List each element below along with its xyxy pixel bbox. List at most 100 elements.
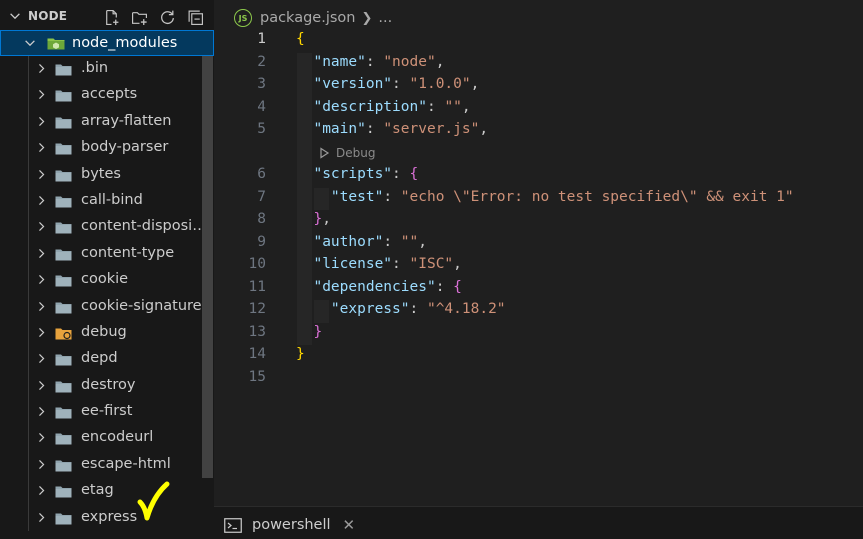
line-number: 10 bbox=[248, 256, 266, 272]
code-line[interactable]: 11 "dependencies": { bbox=[214, 277, 863, 300]
sidebar-scrollbar[interactable] bbox=[202, 56, 213, 478]
line-number: 14 bbox=[248, 346, 266, 362]
tree-item[interactable]: bytes bbox=[0, 161, 200, 188]
tree-item[interactable]: ee-first bbox=[0, 399, 200, 426]
indent-guide bbox=[28, 372, 29, 400]
line-number: 12 bbox=[248, 301, 266, 317]
close-icon[interactable]: ✕ bbox=[343, 516, 356, 534]
code-line[interactable]: 5 "main": "server.js", bbox=[214, 120, 863, 143]
indent-guide bbox=[28, 504, 29, 532]
json-key: "version" bbox=[313, 76, 393, 92]
tree-item[interactable]: cookie-signature bbox=[0, 293, 202, 320]
line-number: 9 bbox=[257, 233, 266, 250]
chevron-right-icon bbox=[39, 169, 45, 179]
debug-codelens[interactable]: Debug bbox=[318, 146, 375, 160]
refresh-button[interactable] bbox=[157, 7, 177, 27]
tree-item[interactable]: cookie bbox=[0, 267, 200, 294]
code-line[interactable]: 14} bbox=[214, 345, 863, 368]
tree-item[interactable]: array-flatten bbox=[0, 108, 200, 136]
tree-item-label: array-flatten bbox=[81, 112, 172, 129]
json-key: "author" bbox=[313, 233, 384, 250]
explorer-header[interactable]: NODE bbox=[0, 4, 214, 30]
breadcrumb-file[interactable]: package.json bbox=[260, 10, 355, 26]
code-text: "scripts": { bbox=[313, 166, 419, 182]
line-number: 1 bbox=[257, 31, 266, 47]
tree-children: .bin accepts array-flatten body-parser bytes… bbox=[0, 56, 214, 532]
tree-item-label: destroy bbox=[81, 376, 136, 393]
code-line[interactable]: 3 "version": "1.0.0", bbox=[214, 75, 863, 98]
chevron-right-icon bbox=[39, 143, 45, 153]
json-value: "" bbox=[444, 98, 462, 115]
tree-item-label: debug bbox=[81, 323, 127, 340]
tree-item[interactable]: accepts bbox=[0, 82, 200, 109]
tree-item[interactable]: destroy bbox=[0, 372, 200, 400]
breadcrumb: JS package.json ❯ ... bbox=[234, 7, 392, 29]
chevron-right-icon bbox=[39, 301, 45, 311]
code-text: "author": "", bbox=[313, 233, 427, 250]
folder-icon bbox=[55, 90, 72, 102]
code-line[interactable]: 13 } bbox=[214, 322, 863, 345]
new-folder-icon bbox=[131, 11, 147, 25]
line-number: 5 bbox=[257, 121, 266, 137]
indent-guide bbox=[28, 135, 29, 162]
line-number: 11 bbox=[248, 278, 266, 295]
chevron-right-icon bbox=[39, 512, 45, 522]
indent-guide bbox=[28, 214, 29, 241]
tree-item[interactable]: escape-html bbox=[0, 451, 200, 479]
code-line[interactable]: 15 bbox=[214, 368, 863, 391]
json-key: "description" bbox=[313, 98, 427, 115]
terminal-tab[interactable]: powershell ✕ bbox=[224, 514, 355, 536]
code-line[interactable]: 2 "name": "node", bbox=[214, 52, 863, 75]
code-line[interactable]: 6 "scripts": { bbox=[214, 165, 863, 188]
terminal-panel: powershell ✕ bbox=[214, 506, 863, 539]
tree-item-node-modules[interactable]: node_modules bbox=[0, 30, 214, 56]
code-text: "express": "^4.18.2" bbox=[330, 301, 506, 317]
terminal-icon bbox=[224, 517, 242, 533]
code-line[interactable]: 10 "license": "ISC", bbox=[214, 255, 863, 278]
indent-guide bbox=[28, 319, 29, 347]
brace: } bbox=[296, 346, 305, 362]
line-number: 6 bbox=[257, 166, 266, 182]
json-value: "server.js" bbox=[383, 121, 480, 137]
code-line[interactable]: 4 "description": "", bbox=[214, 97, 863, 120]
code-line[interactable]: 12 "express": "^4.18.2" bbox=[214, 300, 863, 323]
indent-guide bbox=[28, 56, 29, 83]
collapse-all-button[interactable] bbox=[185, 7, 205, 27]
code-text: { bbox=[296, 31, 305, 47]
code-line[interactable]: 8 }, bbox=[214, 210, 863, 233]
editor-pane[interactable]: JS package.json ❯ ... 1{2 "name": "node"… bbox=[214, 0, 863, 506]
folder-icon bbox=[55, 407, 72, 419]
new-file-button[interactable] bbox=[101, 7, 121, 27]
code-area[interactable]: 1{2 "name": "node", 3 "version": "1.0.0",… bbox=[214, 30, 863, 390]
play-icon bbox=[320, 146, 330, 159]
line-number: 13 bbox=[248, 323, 266, 340]
json-value: "node" bbox=[383, 53, 436, 70]
line-number: 4 bbox=[257, 98, 266, 115]
tree-item-label: content-dispositi... bbox=[81, 218, 209, 235]
json-file-icon: JS bbox=[234, 9, 252, 27]
tree-item[interactable]: body-parser bbox=[0, 135, 200, 162]
chevron-down-icon[interactable] bbox=[8, 9, 22, 23]
code-line[interactable]: 9 "author": "", bbox=[214, 232, 863, 255]
new-folder-button[interactable] bbox=[129, 7, 149, 27]
folder-icon bbox=[55, 513, 72, 525]
indent-guide bbox=[28, 267, 29, 294]
json-value: "echo \"Error: no test specified\" && ex… bbox=[400, 188, 794, 205]
chevron-right-icon bbox=[39, 407, 45, 417]
tree-item[interactable]: debug bbox=[0, 319, 200, 347]
tree-item[interactable]: .bin bbox=[0, 56, 200, 83]
line-number: 15 bbox=[248, 368, 266, 385]
code-line[interactable]: 7 "test": "echo \"Error: no test specifi… bbox=[214, 187, 863, 210]
tree-item[interactable]: content-type bbox=[0, 240, 200, 268]
tree-item[interactable]: call-bind bbox=[0, 187, 200, 215]
tree-item[interactable]: encodeurl bbox=[0, 425, 200, 452]
code-line[interactable]: 1{ bbox=[214, 30, 863, 53]
chevron-right-icon bbox=[39, 64, 45, 73]
chevron-right-icon bbox=[39, 275, 45, 285]
indent-guide bbox=[28, 399, 29, 426]
explorer-sidebar: NODE node_modules .bin accepts array-flatt… bbox=[0, 0, 214, 539]
breadcrumb-more[interactable]: ... bbox=[378, 10, 392, 26]
tree-item-label: cookie-signature bbox=[81, 297, 202, 314]
tree-item[interactable]: content-dispositi... bbox=[0, 214, 209, 241]
tree-item[interactable]: depd bbox=[0, 346, 200, 373]
